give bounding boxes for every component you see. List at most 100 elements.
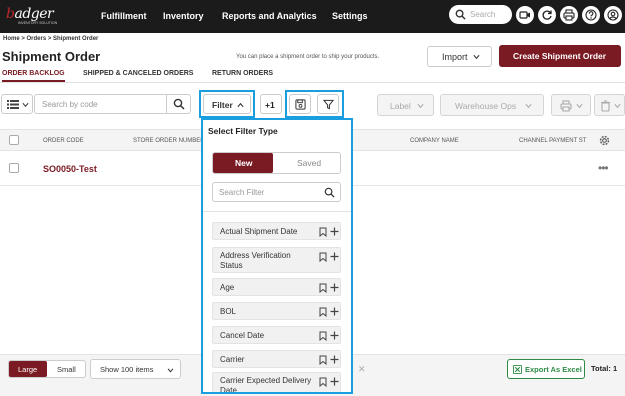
plus-icon[interactable] bbox=[330, 283, 339, 292]
page-size-dropdown[interactable]: Show 100 items bbox=[90, 359, 181, 379]
search-icon bbox=[324, 187, 335, 198]
warehouse-ops-button[interactable]: Warehouse Ops bbox=[440, 94, 544, 116]
filter-panel-divider bbox=[203, 211, 351, 212]
refresh-icon bbox=[542, 10, 552, 20]
chevron-down-icon bbox=[167, 368, 174, 373]
tab-return-orders[interactable]: RETURN ORDERS bbox=[212, 70, 273, 77]
row-more-menu[interactable]: ••• bbox=[598, 161, 609, 175]
delete-dropdown-button[interactable] bbox=[594, 94, 625, 116]
bookmark-icon[interactable] bbox=[319, 355, 327, 365]
row-checkbox[interactable] bbox=[9, 163, 19, 173]
breadcrumb[interactable]: Home > Orders > Shipment Order bbox=[3, 36, 98, 42]
column-store-order-number[interactable]: STORE ORDER NUMBER bbox=[133, 138, 205, 144]
extra-filters-count: +1 bbox=[265, 100, 275, 110]
plus-icon[interactable] bbox=[330, 307, 339, 316]
chevron-down-icon bbox=[576, 103, 583, 109]
tab-saved-filter[interactable]: Saved bbox=[297, 158, 321, 168]
nav-inventory[interactable]: Inventory bbox=[163, 11, 204, 21]
code-search-input[interactable]: Search by code bbox=[34, 94, 191, 114]
extra-filters-count-button[interactable]: +1 bbox=[260, 94, 282, 114]
filter-item-label: Actual Shipment Date bbox=[220, 227, 298, 236]
plus-icon[interactable] bbox=[330, 252, 339, 261]
global-search-placeholder: Search bbox=[470, 10, 496, 19]
tab-shipped-canceled-orders[interactable]: SHIPPED & CANCELED ORDERS bbox=[83, 70, 193, 77]
user-button[interactable] bbox=[604, 6, 622, 24]
bookmark-icon[interactable] bbox=[319, 283, 327, 293]
bookmark-icon[interactable] bbox=[319, 252, 327, 262]
size-large-button[interactable]: Large bbox=[9, 361, 47, 377]
column-company-name[interactable]: COMPANY NAME bbox=[410, 138, 459, 144]
filter-item-label: BOL bbox=[220, 307, 237, 316]
filter-item-address-verification-status[interactable]: Address Verification Status bbox=[212, 247, 341, 273]
view-mode-dropdown[interactable] bbox=[1, 94, 33, 114]
page-title: Shipment Order bbox=[2, 49, 101, 64]
label-button[interactable]: Label bbox=[377, 94, 434, 116]
badger-logo[interactable]: bbadgeradger INVENTORY SOLUTION bbox=[4, 6, 57, 26]
filter-actions-highlight bbox=[285, 90, 344, 118]
search-icon bbox=[173, 98, 185, 110]
order-code-link[interactable]: SO0050-Test bbox=[43, 164, 97, 174]
plus-icon[interactable] bbox=[330, 355, 339, 364]
top-nav-bar: bbadgeradger INVENTORY SOLUTION Fulfillm… bbox=[0, 0, 625, 33]
create-shipment-order-button[interactable]: Create Shipment Order bbox=[499, 45, 621, 67]
plus-icon[interactable] bbox=[330, 227, 339, 236]
chevron-down-icon bbox=[614, 103, 621, 109]
filter-item-label: Carrier Expected Delivery Date bbox=[220, 376, 312, 394]
chevron-down-icon bbox=[417, 103, 424, 109]
print-button[interactable] bbox=[560, 6, 578, 24]
filter-button-highlight bbox=[199, 90, 255, 118]
filter-search-placeholder: Search Filter bbox=[219, 188, 265, 197]
printer-icon bbox=[560, 100, 572, 112]
filter-search-input[interactable]: Search Filter bbox=[212, 182, 341, 202]
nav-reports-and-analytics[interactable]: Reports and Analytics bbox=[222, 11, 317, 21]
import-button[interactable]: Import bbox=[427, 46, 492, 67]
import-label: Import bbox=[442, 52, 468, 62]
user-icon bbox=[607, 9, 619, 21]
column-order-code[interactable]: ORDER CODE bbox=[43, 138, 84, 144]
total-count: Total: 1 bbox=[591, 364, 618, 373]
export-excel-button[interactable]: Export As Excel bbox=[507, 359, 585, 379]
chevron-down-icon bbox=[22, 102, 29, 108]
help-icon bbox=[585, 9, 597, 21]
gear-icon[interactable] bbox=[599, 135, 610, 146]
page-size-label: Show 100 items bbox=[100, 365, 154, 374]
chevron-down-icon bbox=[473, 54, 480, 60]
chevron-down-icon bbox=[525, 103, 532, 109]
global-search-input[interactable]: Search bbox=[449, 5, 512, 24]
filter-item-cancel-date[interactable]: Cancel Date bbox=[212, 326, 341, 344]
filter-item-label: Address Verification Status bbox=[220, 251, 291, 270]
column-channel-payment-status[interactable]: CHANNEL PAYMENT ST bbox=[519, 138, 586, 144]
printer-icon bbox=[563, 9, 575, 21]
code-search-button[interactable] bbox=[166, 95, 190, 113]
search-icon bbox=[455, 9, 466, 20]
plus-icon[interactable] bbox=[330, 331, 339, 340]
code-search-placeholder: Search by code bbox=[42, 100, 98, 109]
filter-item-bol[interactable]: BOL bbox=[212, 302, 341, 320]
excel-icon bbox=[513, 365, 522, 374]
help-button[interactable] bbox=[582, 6, 600, 24]
print-dropdown-button[interactable] bbox=[551, 94, 591, 116]
size-small-button[interactable]: Small bbox=[57, 365, 76, 374]
select-all-checkbox[interactable] bbox=[9, 135, 19, 145]
close-icon[interactable]: ✕ bbox=[358, 364, 366, 375]
filter-item-actual-shipment-date[interactable]: Actual Shipment Date bbox=[212, 222, 341, 240]
filter-item-label: Age bbox=[220, 283, 235, 292]
filter-item-carrier-expected-delivery-date[interactable]: Carrier Expected Delivery Date bbox=[212, 372, 341, 394]
nav-settings[interactable]: Settings bbox=[332, 11, 368, 21]
bookmark-icon[interactable] bbox=[319, 227, 327, 237]
filter-item-carrier[interactable]: Carrier bbox=[212, 350, 341, 368]
tab-new-label: New bbox=[235, 158, 253, 168]
tab-order-backlog[interactable]: ORDER BACKLOG bbox=[2, 70, 65, 77]
nav-fulfillment[interactable]: Fulfillment bbox=[101, 11, 147, 21]
filter-item-age[interactable]: Age bbox=[212, 278, 341, 296]
bookmark-icon[interactable] bbox=[319, 331, 327, 341]
bookmark-icon[interactable] bbox=[319, 307, 327, 317]
bookmark-icon[interactable] bbox=[319, 377, 327, 387]
plus-icon[interactable] bbox=[330, 377, 339, 386]
refresh-button[interactable] bbox=[538, 6, 556, 24]
row-size-toggle: Large Small bbox=[8, 360, 86, 378]
create-label: Create Shipment Order bbox=[513, 51, 607, 61]
tab-new-filter[interactable]: New bbox=[213, 153, 273, 173]
page-hint: You can place a shipment order to ship y… bbox=[236, 54, 380, 60]
video-button[interactable] bbox=[516, 6, 534, 24]
